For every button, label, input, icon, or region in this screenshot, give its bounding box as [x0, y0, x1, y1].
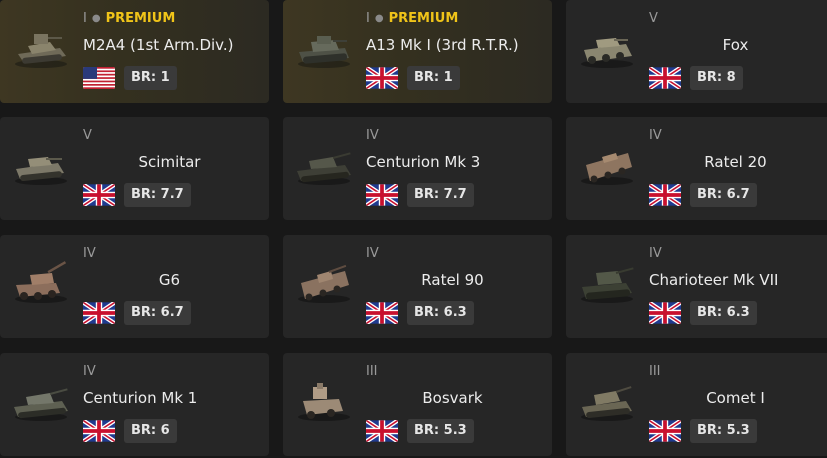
battle-rating-badge: BR: 5.3	[407, 419, 474, 443]
tank-thumbnail-icon	[295, 143, 353, 187]
tier-label: I ● PREMIUM	[83, 11, 176, 26]
battle-rating-badge: BR: 6.7	[690, 183, 757, 207]
vehicle-name: Ratel 90	[421, 271, 484, 289]
vehicle-card-g6[interactable]: IV G6 BR: 6.7	[0, 235, 269, 338]
vehicle-card-comet[interactable]: III Comet I BR: 5.3	[566, 353, 827, 456]
uk-flag-icon	[649, 302, 681, 324]
tier-label: IV	[366, 128, 379, 143]
battle-rating-badge: BR: 6	[124, 419, 177, 443]
vehicle-name: Bosvark	[422, 389, 483, 407]
vehicle-name: G6	[158, 271, 181, 289]
tank-thumbnail-icon	[12, 261, 70, 305]
battle-rating-badge: BR: 1	[124, 66, 177, 90]
uk-flag-icon	[83, 184, 115, 206]
vehicle-card-centurion-mk3[interactable]: IV Centurion Mk 3 BR: 7.7	[283, 117, 552, 220]
uk-flag-icon	[366, 184, 398, 206]
vehicle-grid: I ● PREMIUM M2A4 (1st Arm.Div.) BR: 1 I ● PR…	[0, 0, 827, 458]
vehicle-card-m2a4[interactable]: I ● PREMIUM M2A4 (1st Arm.Div.) BR: 1	[0, 0, 269, 103]
vehicle-name: Ratel 20	[704, 153, 767, 171]
battle-rating-badge: BR: 6.7	[124, 301, 191, 325]
tier-label: IV	[83, 364, 96, 379]
tank-thumbnail-icon	[295, 261, 353, 305]
uk-flag-icon	[649, 184, 681, 206]
tier-label: III	[649, 364, 661, 379]
vehicle-name: Charioteer Mk VII	[649, 271, 779, 289]
uk-flag-icon	[366, 302, 398, 324]
battle-rating-badge: BR: 6.3	[407, 301, 474, 325]
vehicle-card-centurion-mk1[interactable]: IV Centurion Mk 1 BR: 6	[0, 353, 269, 456]
vehicle-card-scimitar[interactable]: V Scimitar BR: 7.7	[0, 117, 269, 220]
battle-rating-badge: BR: 1	[407, 66, 460, 90]
tier-label: IV	[83, 246, 96, 261]
vehicle-card-a13[interactable]: I ● PREMIUM A13 Mk I (3rd R.T.R.) BR: 1	[283, 0, 552, 103]
tank-thumbnail-icon	[578, 261, 636, 305]
uk-flag-icon	[366, 67, 398, 89]
tier-label: V	[649, 11, 658, 26]
tier-label: IV	[649, 246, 662, 261]
uk-flag-icon	[83, 302, 115, 324]
battle-rating-badge: BR: 5.3	[690, 419, 757, 443]
tier-label: IV	[649, 128, 662, 143]
tank-thumbnail-icon	[12, 143, 70, 187]
battle-rating-badge: BR: 7.7	[124, 183, 191, 207]
tank-thumbnail-icon	[295, 26, 353, 70]
separator-dot-icon: ●	[91, 13, 101, 24]
vehicle-name: Scimitar	[138, 153, 201, 171]
tank-thumbnail-icon	[12, 379, 70, 423]
tier-label: I ● PREMIUM	[366, 11, 459, 26]
battle-rating-badge: BR: 6.3	[690, 301, 757, 325]
tier-label: III	[366, 364, 378, 379]
vehicle-name: Fox	[722, 36, 749, 54]
tier-label: V	[83, 128, 92, 143]
tank-thumbnail-icon	[578, 26, 636, 70]
vehicle-name: M2A4 (1st Arm.Div.)	[83, 36, 234, 54]
vehicle-card-ratel-20[interactable]: IV Ratel 20 BR: 6.7	[566, 117, 827, 220]
vehicle-name: Comet I	[706, 389, 765, 407]
uk-flag-icon	[649, 67, 681, 89]
battle-rating-badge: BR: 7.7	[407, 183, 474, 207]
vehicle-name: A13 Mk I (3rd R.T.R.)	[366, 36, 519, 54]
vehicle-name: Centurion Mk 3	[366, 153, 481, 171]
tank-thumbnail-icon	[295, 379, 353, 423]
separator-dot-icon: ●	[374, 13, 384, 24]
usa-flag-icon	[83, 67, 115, 89]
vehicle-card-fox[interactable]: V Fox BR: 8	[566, 0, 827, 103]
vehicle-card-bosvark[interactable]: III Bosvark BR: 5.3	[283, 353, 552, 456]
tank-thumbnail-icon	[12, 26, 70, 70]
vehicle-card-charioteer[interactable]: IV Charioteer Mk VII BR: 6.3	[566, 235, 827, 338]
tank-thumbnail-icon	[578, 379, 636, 423]
vehicle-card-ratel-90[interactable]: IV Ratel 90 BR: 6.3	[283, 235, 552, 338]
tier-label: IV	[366, 246, 379, 261]
uk-flag-icon	[649, 420, 681, 442]
premium-label: PREMIUM	[105, 11, 176, 26]
uk-flag-icon	[366, 420, 398, 442]
tank-thumbnail-icon	[578, 143, 636, 187]
uk-flag-icon	[83, 420, 115, 442]
premium-label: PREMIUM	[388, 11, 459, 26]
battle-rating-badge: BR: 8	[690, 66, 743, 90]
vehicle-name: Centurion Mk 1	[83, 389, 198, 407]
